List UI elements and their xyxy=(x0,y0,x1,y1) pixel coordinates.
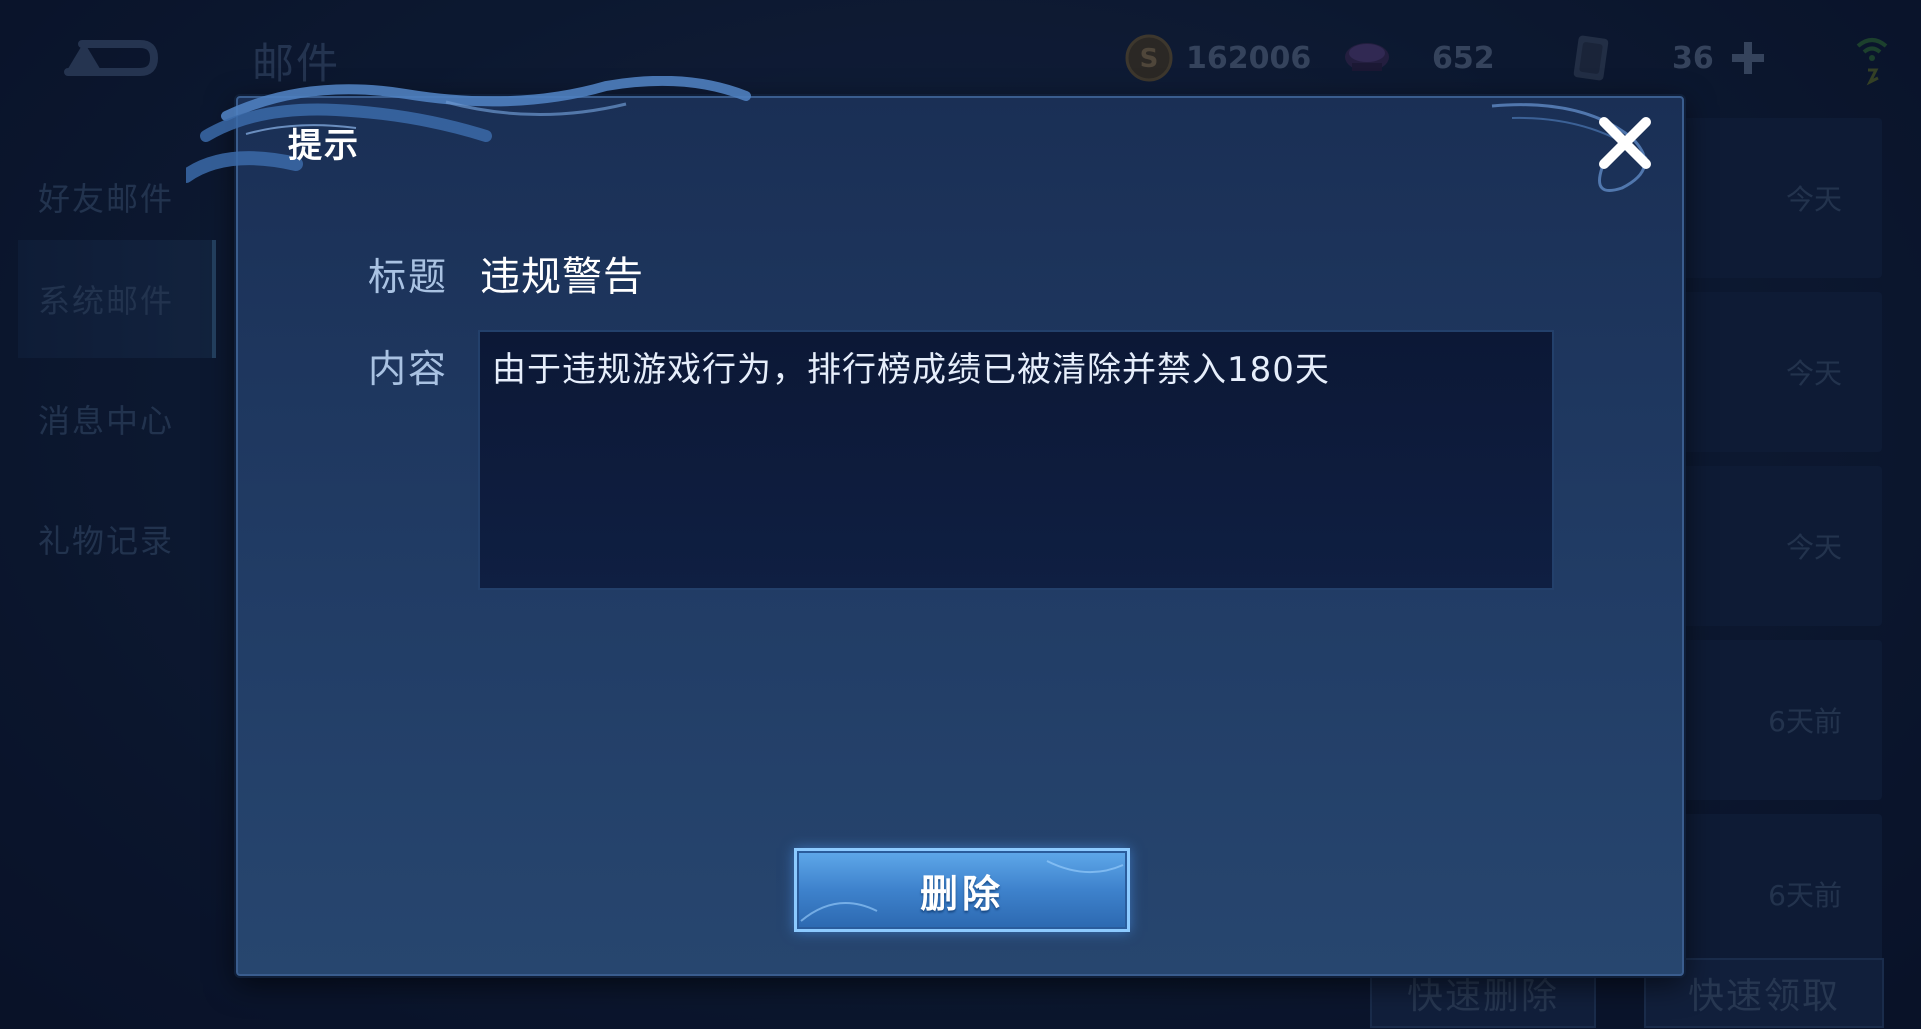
content-box: 由于违规游戏行为，排行榜成绩已被清除并禁入180天 xyxy=(478,330,1554,590)
warning-dialog: 提示 标题 违规警告 内容 由于违规游戏行为，排行榜成绩已被清除并禁入180天 … xyxy=(186,76,1684,976)
subject-value: 违规警告 xyxy=(480,254,644,300)
game-screen: 邮件 S 162006 652 36 好友邮件 系统邮件 消息中心 礼物记录 今… xyxy=(0,0,1921,1029)
delete-button-label: 删除 xyxy=(919,871,1004,916)
delete-button[interactable]: 删除 xyxy=(794,848,1130,932)
close-icon[interactable] xyxy=(1596,114,1654,172)
content-text: 由于违规游戏行为，排行榜成绩已被清除并禁入180天 xyxy=(492,350,1330,390)
content-label: 内容 xyxy=(368,347,449,391)
subject-label: 标题 xyxy=(368,255,449,299)
dialog-title: 提示 xyxy=(288,126,360,166)
